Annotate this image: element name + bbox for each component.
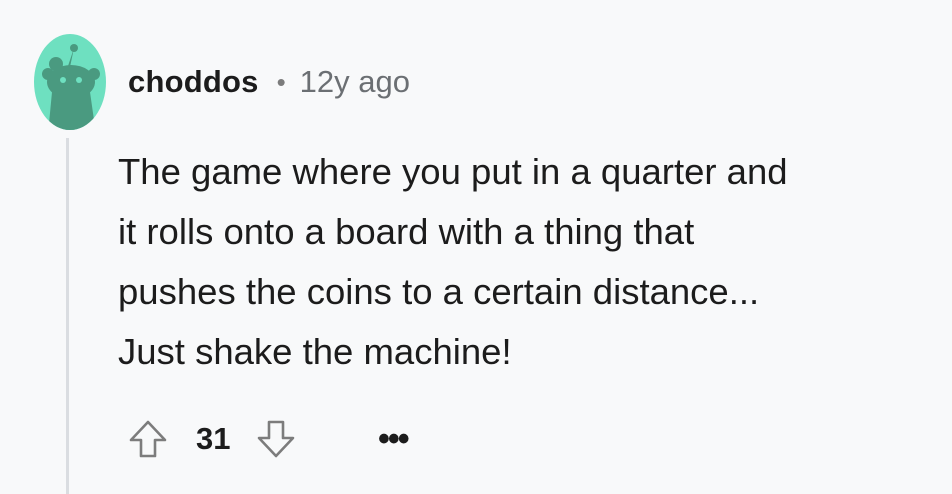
upvote-arrow-icon: [129, 420, 167, 458]
author-username[interactable]: choddos: [128, 64, 259, 100]
comment-card: choddos • 12y ago The game where you put…: [0, 0, 952, 494]
vote-bar: 31: [126, 416, 298, 462]
comment-text-line: Just shake the machine!: [118, 331, 512, 372]
comment-text-line: pushes the coins to a certain distance..…: [118, 271, 760, 312]
more-options-icon: •••: [378, 419, 410, 458]
vote-score: 31: [196, 421, 231, 456]
thread-line[interactable]: [66, 138, 69, 494]
comment-header: choddos • 12y ago: [128, 62, 410, 102]
downvote-button[interactable]: [254, 417, 298, 461]
upvote-button[interactable]: [126, 417, 170, 461]
comment-text-line: it rolls onto a board with a thing that: [118, 211, 695, 252]
comment-text-line: The game where you put in a quarter and: [118, 151, 788, 192]
downvote-arrow-icon: [258, 420, 295, 458]
snoo-avatar-icon: [34, 34, 106, 130]
comment-body: The game where you put in a quarter and …: [118, 142, 938, 382]
more-options-button[interactable]: •••: [378, 416, 410, 462]
meta-separator: •: [276, 66, 286, 97]
avatar[interactable]: [34, 34, 106, 130]
timestamp[interactable]: 12y ago: [300, 64, 410, 100]
